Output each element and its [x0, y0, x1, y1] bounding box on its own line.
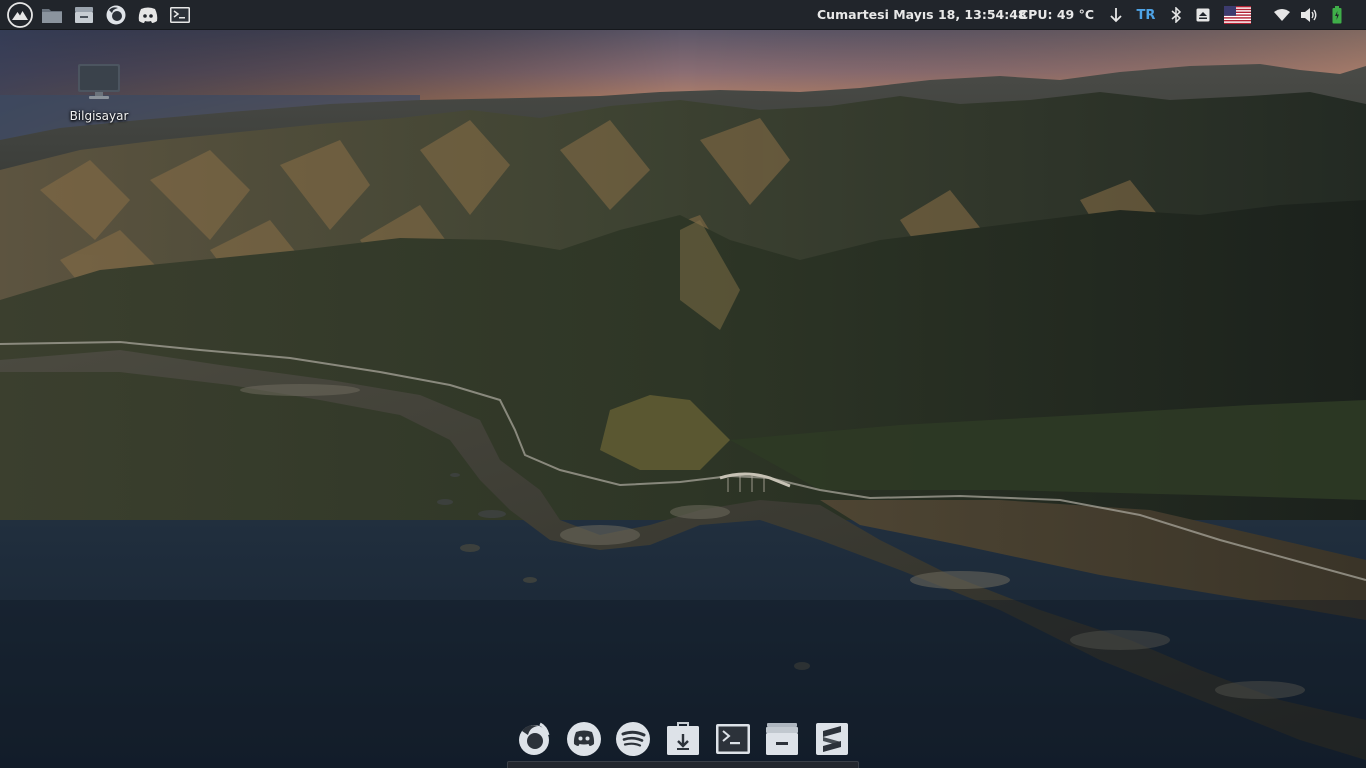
tray-battery[interactable] [1329, 0, 1345, 30]
computer-icon [78, 64, 120, 99]
volume-icon [1301, 8, 1317, 22]
spotify-icon [616, 722, 651, 756]
cpu-temperature[interactable]: CPU: 49 °C [1019, 0, 1094, 30]
app-menu-button[interactable] [4, 0, 36, 30]
battery-icon [1332, 6, 1342, 24]
firefox-icon [106, 5, 126, 25]
tray-volume[interactable] [1299, 0, 1319, 30]
discord-icon [138, 7, 158, 23]
dock-item-sublime-text[interactable] [812, 719, 852, 759]
dock-item-file-manager[interactable] [762, 719, 802, 759]
eject-icon [1196, 8, 1210, 22]
files-launcher[interactable] [36, 0, 68, 30]
taskbar-strip [507, 761, 859, 768]
tray-removable-media[interactable] [1194, 0, 1212, 30]
firefox-launcher[interactable] [100, 0, 132, 30]
discord-icon [566, 722, 601, 756]
package-install-icon [666, 722, 699, 755]
dock-item-spotify[interactable] [613, 719, 653, 759]
keyboard-layout-indicator[interactable]: TR [1133, 0, 1159, 30]
bluetooth-icon [1171, 7, 1182, 23]
desktop-icon-label: Bilgisayar [69, 109, 129, 123]
download-arrow-icon [1110, 8, 1122, 23]
folder-icon [42, 9, 62, 23]
file-manager-launcher[interactable] [68, 0, 100, 30]
tray-network[interactable] [1272, 0, 1292, 30]
us-flag-icon [1223, 6, 1251, 24]
dock-item-firefox[interactable] [514, 719, 554, 759]
wifi-icon [1274, 9, 1290, 21]
drawer-icon [766, 723, 799, 755]
tray-updates[interactable] [1106, 0, 1126, 30]
sublime-text-icon [815, 723, 848, 755]
dock-item-discord[interactable] [564, 719, 604, 759]
discord-launcher[interactable] [132, 0, 164, 30]
dock [508, 716, 858, 762]
terminal-launcher[interactable] [164, 0, 196, 30]
terminal-icon [715, 724, 750, 754]
tray-bluetooth[interactable] [1167, 0, 1185, 30]
dock-item-terminal[interactable] [713, 719, 753, 759]
panel-launchers [4, 0, 196, 30]
top-panel: Cumartesi Mayıs 18, 13:54:48 CPU: 49 °C … [0, 0, 1366, 30]
firefox-icon [519, 722, 550, 755]
drawer-icon [75, 7, 93, 23]
tray-input-language[interactable] [1223, 0, 1251, 30]
panel-clock[interactable]: Cumartesi Mayıs 18, 13:54:48 [817, 0, 1027, 30]
dock-item-software-installer[interactable] [663, 719, 703, 759]
desktop-icon-computer[interactable]: Bilgisayar [62, 60, 136, 130]
terminal-icon [170, 7, 190, 23]
mountain-logo-icon [7, 2, 33, 28]
desktop-wallpaper [0, 0, 1366, 768]
